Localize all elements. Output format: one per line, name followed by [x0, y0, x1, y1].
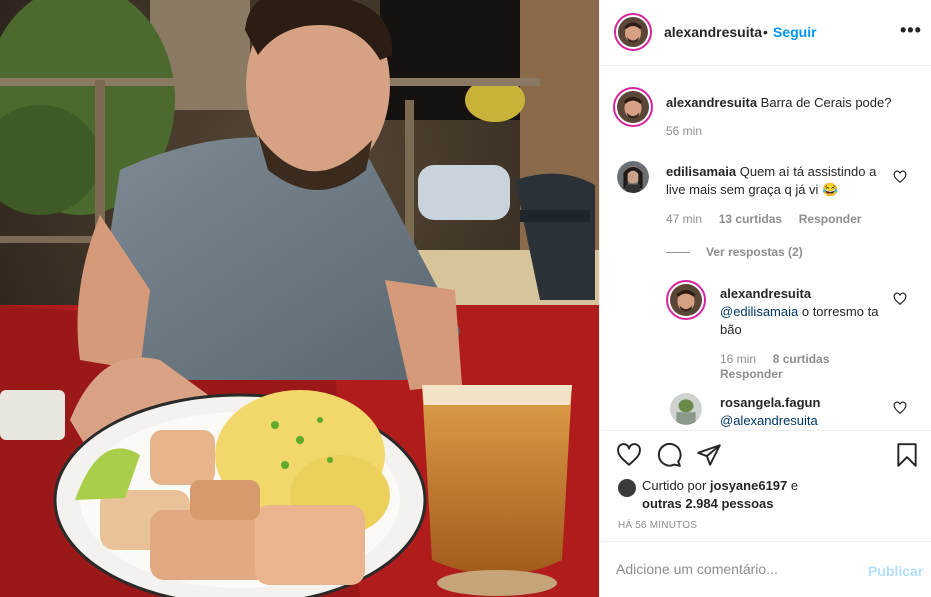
- reply2-mention-link[interactable]: @alexandresuita: [720, 413, 818, 428]
- instagram-post-modal: alexandresuita • Seguir ••• alexandresui…: [0, 0, 931, 597]
- view-replies-label: Ver respostas (2): [706, 245, 803, 259]
- comment: edilisamaia Quem aí tá assistindo a live…: [666, 163, 886, 199]
- caption-author-avatar[interactable]: [613, 87, 653, 127]
- reply-meta: 16 min 8 curtidas Responder: [720, 352, 900, 382]
- reply2-like-heart-icon[interactable]: [893, 401, 907, 415]
- more-horizontal-icon[interactable]: •••: [900, 20, 922, 41]
- liked-by-prefix: Curtido por: [642, 478, 710, 493]
- liked-by-username-link[interactable]: josyane6197: [710, 478, 787, 493]
- post-photo[interactable]: [0, 0, 599, 597]
- reply2-avatar-image: [670, 393, 702, 425]
- comment-like-heart-icon[interactable]: [893, 170, 907, 184]
- reply-author-avatar[interactable]: [666, 280, 706, 320]
- add-comment-input[interactable]: [616, 561, 846, 577]
- view-replies-button[interactable]: Ver respostas (2): [666, 245, 803, 259]
- liked-by-others-link[interactable]: outras 2.984 pessoas: [642, 496, 774, 511]
- comment-reply-button[interactable]: Responder: [799, 212, 862, 226]
- reply2-username-link[interactable]: rosangela.fagun: [720, 395, 820, 410]
- caption-time[interactable]: 56 min: [666, 124, 702, 138]
- liked-by-avatar[interactable]: [618, 479, 636, 497]
- liked-by-text: Curtido por josyane6197 e outras 2.984 p…: [618, 477, 908, 513]
- reply: alexandresuita @edilisamaia o torresmo t…: [720, 285, 890, 339]
- commenter-avatar-image: [617, 161, 649, 193]
- comments-list[interactable]: alexandresuita Barra de Cerais pode? 56 …: [600, 67, 931, 430]
- post-comment-button[interactable]: Publicar: [868, 563, 923, 579]
- reply-avatar-image: [670, 284, 702, 316]
- bookmark-icon[interactable]: [894, 442, 920, 468]
- comment-time[interactable]: 47 min: [666, 212, 702, 226]
- caption-avatar-image: [617, 91, 649, 123]
- caption-username-link[interactable]: alexandresuita: [666, 95, 757, 110]
- post-actions: Curtido por josyane6197 e outras 2.984 p…: [600, 430, 931, 540]
- liked-by: Curtido por josyane6197 e outras 2.984 p…: [618, 477, 908, 513]
- caption-text: Barra de Cerais pode?: [760, 95, 892, 110]
- replies-divider-line: [666, 252, 690, 254]
- reply-like-heart-icon[interactable]: [893, 292, 907, 306]
- reply-username-link[interactable]: alexandresuita: [720, 286, 811, 301]
- liked-by-mid: e: [787, 478, 799, 493]
- caption: alexandresuita Barra de Cerais pode?: [666, 94, 921, 112]
- comment-meta: 47 min 13 curtidas Responder: [666, 212, 861, 226]
- post-side-panel: alexandresuita • Seguir ••• alexandresui…: [599, 0, 931, 597]
- comment-icon[interactable]: [656, 442, 682, 468]
- add-comment-bar: Publicar: [600, 541, 931, 597]
- post-photo-image: [0, 0, 599, 597]
- reply-time[interactable]: 16 min: [720, 352, 756, 366]
- post-timestamp[interactable]: HÁ 56 MINUTOS: [618, 520, 697, 531]
- author-avatar[interactable]: [614, 13, 652, 51]
- header-separator: •: [763, 24, 768, 40]
- comment-likes-count[interactable]: 13 curtidas: [719, 212, 782, 226]
- reply2: rosangela.fagun @alexandresuita: [720, 394, 890, 430]
- author-avatar-image: [618, 17, 648, 47]
- post-header: alexandresuita • Seguir •••: [600, 0, 931, 66]
- share-icon[interactable]: [696, 442, 722, 468]
- heart-icon[interactable]: [616, 442, 642, 468]
- reply2-author-avatar[interactable]: [670, 393, 702, 425]
- reply-mention-link[interactable]: @edilisamaia: [720, 304, 798, 319]
- author-username-link[interactable]: alexandresuita: [664, 24, 762, 40]
- comment-username-link[interactable]: edilisamaia: [666, 164, 736, 179]
- follow-button[interactable]: Seguir: [773, 24, 817, 40]
- reply-likes-count[interactable]: 8 curtidas: [773, 352, 830, 366]
- commenter-avatar[interactable]: [617, 161, 649, 193]
- reply-reply-button[interactable]: Responder: [720, 367, 783, 381]
